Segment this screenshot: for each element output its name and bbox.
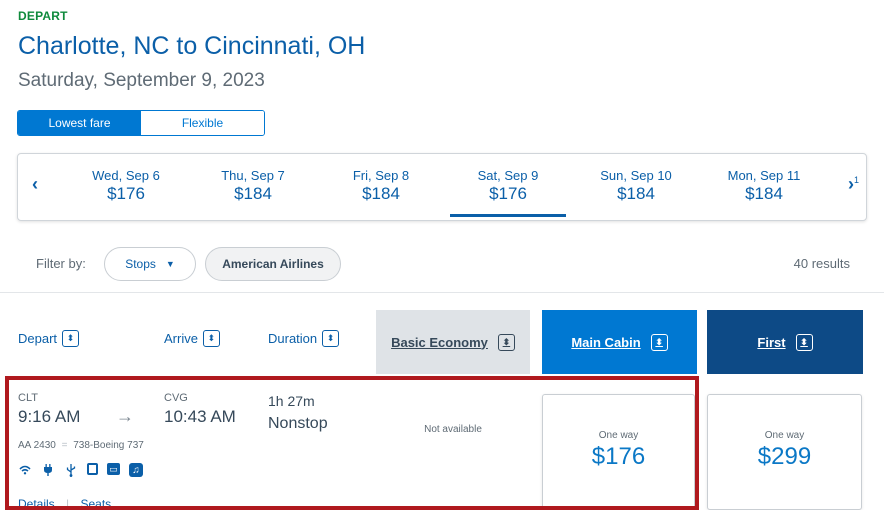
flight-duration: 1h 27m	[268, 393, 315, 409]
origin-code: CLT	[18, 392, 38, 404]
sort-depart[interactable]: Depart ⬍	[18, 330, 80, 347]
depart-time: 9:16 AM	[18, 407, 81, 426]
fare-toggle: Lowest fare Flexible	[17, 110, 265, 136]
flight-info: AA 2430 = 738-Boeing 737	[18, 440, 144, 451]
fare-type-label: One way	[764, 430, 805, 441]
first-price: $299	[757, 443, 812, 470]
route-title: Charlotte, NC to Cincinnati, OH	[18, 32, 366, 60]
date-item-date: Sat, Sep 9	[477, 168, 539, 183]
flexible-option[interactable]: Flexible	[141, 111, 264, 135]
seats-link[interactable]: Seats	[81, 497, 112, 510]
date-item-fri-sep-8[interactable]: Fri, Sep 8 $184	[323, 168, 439, 204]
stops-chip-label: Stops	[125, 257, 156, 271]
filter-label: Filter by:	[36, 256, 86, 271]
main-cabin-price: $176	[591, 443, 646, 470]
date-item-price: $184	[234, 184, 272, 203]
aircraft-type: 738-Boeing 737	[73, 440, 144, 451]
date-item-price: $176	[489, 184, 527, 203]
sort-icon: ⬍	[62, 330, 80, 347]
basic-economy-header[interactable]: Basic Economy ⬍	[376, 310, 530, 374]
sort-depart-label: Depart	[18, 331, 58, 346]
date-item-date: Fri, Sep 8	[352, 168, 410, 183]
sort-duration[interactable]: Duration ⬍	[268, 330, 340, 347]
chevron-left-icon[interactable]: ‹	[32, 174, 38, 195]
main-cabin-header[interactable]: Main Cabin ⬍	[542, 310, 697, 374]
stops-filter-chip[interactable]: Stops ▼	[104, 247, 196, 281]
entertainment-icon: ▭	[107, 463, 120, 475]
date-item-price: $176	[107, 184, 145, 203]
fare-type-label: One way	[598, 430, 639, 441]
airline-filter-chip[interactable]: American Airlines	[205, 247, 341, 281]
results-count: 40 results	[793, 256, 850, 271]
wifi-icon	[18, 463, 32, 477]
sort-icon: ⬍	[650, 333, 668, 351]
main-cabin-label: Main Cabin	[571, 334, 641, 350]
next-date-label: 1	[854, 175, 860, 185]
date-item-price: $184	[362, 184, 400, 203]
link-separator: |	[66, 497, 70, 510]
sort-icon: ⬍	[795, 333, 813, 351]
power-icon	[41, 463, 55, 477]
route-date: Saturday, September 9, 2023	[18, 70, 265, 91]
arrow-right-icon: →	[116, 406, 134, 426]
flight-number: AA 2430	[18, 440, 56, 451]
date-item-mon-sep-11[interactable]: Mon, Sep 11 $184	[706, 168, 822, 204]
arrive-time: 10:43 AM	[164, 407, 236, 426]
caret-down-icon: ▼	[165, 259, 175, 269]
basic-economy-cell: Not available	[424, 424, 482, 435]
date-strip: ‹ Wed, Sep 6 $176 Thu, Sep 7 $184 Fri, S…	[17, 153, 867, 221]
destination-code: CVG	[164, 392, 188, 404]
date-item-price: $184	[617, 184, 655, 203]
first-header[interactable]: First ⬍	[707, 310, 863, 374]
date-item-date: Sun, Sep 10	[600, 168, 672, 183]
first-label: First	[757, 334, 786, 350]
filter-row: Filter by: Stops ▼ American Airlines 40 …	[0, 235, 884, 293]
date-item-date: Thu, Sep 7	[221, 168, 285, 183]
details-link[interactable]: Details	[18, 497, 55, 510]
main-cabin-price-card[interactable]: One way $176	[542, 394, 695, 510]
date-item-sun-sep-10[interactable]: Sun, Sep 10 $184	[578, 168, 694, 204]
lowest-fare-option[interactable]: Lowest fare	[18, 111, 141, 135]
sort-arrive[interactable]: Arrive ⬍	[164, 330, 220, 347]
music-icon: ♫	[129, 463, 143, 477]
date-item-thu-sep-7[interactable]: Thu, Sep 7 $184	[195, 168, 311, 204]
sort-icon: ⬍	[322, 330, 340, 347]
sort-icon: ⬍	[202, 330, 220, 347]
depart-label: DEPART	[18, 9, 68, 23]
phone-icon	[87, 463, 98, 475]
chevron-right-icon[interactable]: ›1	[848, 174, 859, 195]
sort-arrive-label: Arrive	[164, 331, 198, 346]
date-item-date: Mon, Sep 11	[727, 168, 801, 183]
date-item-date: Wed, Sep 6	[92, 168, 160, 183]
basic-economy-label: Basic Economy	[391, 334, 488, 350]
separator: =	[61, 440, 68, 451]
sort-icon: ⬍	[497, 333, 515, 351]
date-item-price: $184	[745, 184, 783, 203]
first-price-card[interactable]: One way $299	[707, 394, 862, 510]
flight-stops: Nonstop	[268, 415, 328, 432]
flight-links: Details | Seats	[18, 497, 111, 510]
sort-duration-label: Duration	[268, 331, 318, 346]
usb-icon	[64, 463, 78, 477]
date-item-wed-sep-6[interactable]: Wed, Sep 6 $176	[68, 168, 184, 204]
date-item-sat-sep-9[interactable]: Sat, Sep 9 $176	[450, 168, 566, 217]
amenities: ▭ ♫	[18, 463, 143, 477]
